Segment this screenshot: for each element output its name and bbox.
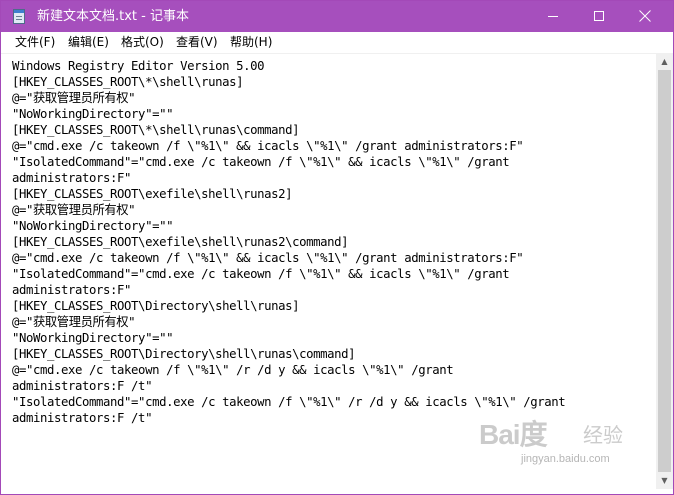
title-bar[interactable]: 新建文本文档.txt - 记事本: [1, 1, 673, 32]
close-icon: [639, 10, 651, 22]
vertical-scrollbar[interactable]: ▲ ▼: [656, 53, 673, 489]
close-button[interactable]: [622, 1, 668, 32]
scroll-thumb[interactable]: [658, 70, 671, 472]
menu-file[interactable]: 文件(F): [15, 34, 55, 51]
menu-view[interactable]: 查看(V): [176, 34, 218, 51]
notepad-icon[interactable]: [13, 9, 25, 24]
minimize-icon: [548, 16, 558, 17]
minimize-button[interactable]: [530, 1, 576, 32]
editor-content[interactable]: Windows Registry Editor Version 5.00 [HK…: [9, 54, 649, 426]
text-editor[interactable]: Windows Registry Editor Version 5.00 [HK…: [9, 54, 649, 490]
maximize-icon: [594, 11, 604, 21]
window-title: 新建文本文档.txt - 记事本: [37, 9, 189, 24]
menu-format[interactable]: 格式(O): [121, 34, 164, 51]
notepad-window: 新建文本文档.txt - 记事本 文件(F) 编辑(E) 格式(O) 查看(V)…: [0, 0, 674, 495]
scroll-up-icon[interactable]: ▲: [656, 53, 673, 70]
scroll-down-icon[interactable]: ▼: [656, 472, 673, 489]
menu-bar: 文件(F) 编辑(E) 格式(O) 查看(V) 帮助(H): [1, 32, 673, 54]
maximize-button[interactable]: [576, 1, 622, 32]
menu-help[interactable]: 帮助(H): [230, 34, 272, 51]
menu-edit[interactable]: 编辑(E): [68, 34, 109, 51]
